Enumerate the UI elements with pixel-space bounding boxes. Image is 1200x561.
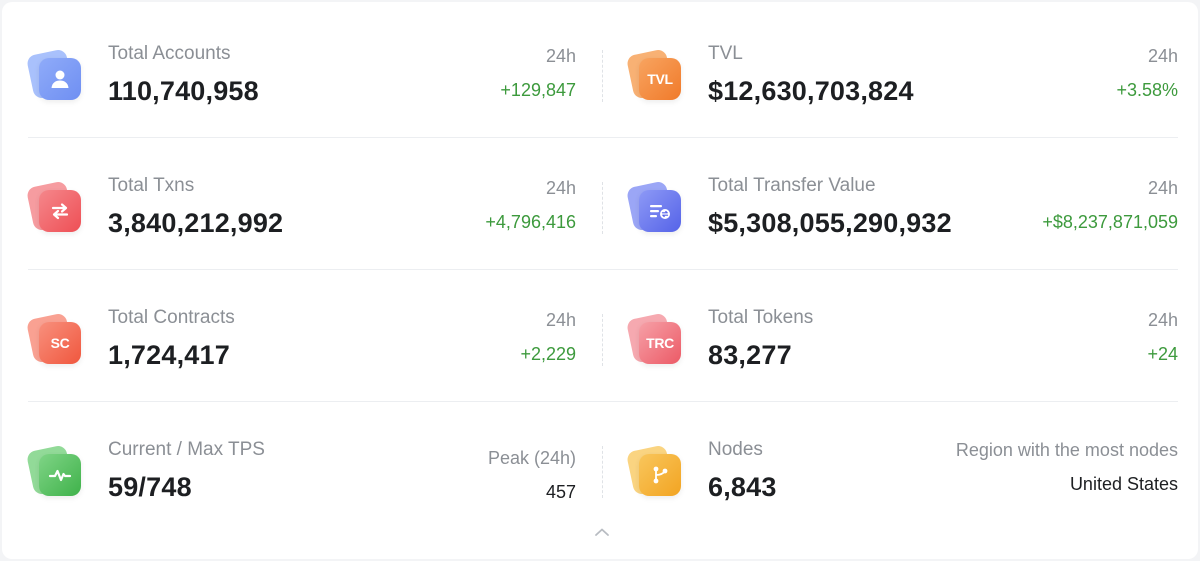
stat-period: 24h [1147, 46, 1178, 66]
user-icon [25, 48, 82, 104]
trc-token-icon: TRC [625, 312, 682, 368]
column-divider [602, 182, 603, 234]
stat-label: TVL [708, 43, 743, 64]
stat-value: 110,740,958 [108, 76, 259, 106]
column-divider [602, 446, 603, 498]
column-divider [602, 314, 603, 366]
stats-row: Total Txns 3,840,212,992 24h +4,796,416 [25, 138, 1178, 270]
stat-period: 24h [545, 178, 576, 198]
stat-label: Total Transfer Value [708, 175, 876, 196]
stat-total-contracts[interactable]: SC Total Contracts 1,724,417 24h +2,229 [25, 270, 576, 402]
stats-row: Total Accounts 110,740,958 24h +129,847 … [25, 6, 1178, 138]
stat-value: 3,840,212,992 [108, 208, 284, 238]
stats-row: SC Total Contracts 1,724,417 24h +2,229 … [25, 270, 1178, 402]
stat-total-accounts[interactable]: Total Accounts 110,740,958 24h +129,847 [25, 6, 576, 138]
stat-value: 59/748 [108, 472, 192, 502]
smart-contract-icon: SC [25, 312, 82, 368]
stat-change: +3.58% [1116, 80, 1178, 100]
region-value: United States [1069, 474, 1178, 494]
stat-change: +24 [1147, 344, 1178, 364]
stat-label: Current / Max TPS [108, 439, 265, 460]
stat-label: Total Contracts [108, 307, 235, 328]
stat-label: Nodes [708, 439, 763, 460]
stat-change: +4,796,416 [485, 212, 576, 232]
pulse-icon [25, 444, 82, 500]
stat-value: 1,724,417 [108, 340, 230, 370]
chevron-up-icon[interactable] [593, 525, 611, 539]
stat-total-txns[interactable]: Total Txns 3,840,212,992 24h +4,796,416 [25, 138, 576, 270]
column-divider [602, 50, 603, 102]
stat-value: 83,277 [708, 340, 792, 370]
stat-label: Total Accounts [108, 43, 231, 64]
stat-label: Total Txns [108, 175, 195, 196]
stat-label: Total Tokens [708, 307, 814, 328]
stat-nodes[interactable]: Nodes 6,843 Region with the most nodes U… [625, 402, 1178, 534]
peak-label: Peak (24h) [487, 448, 576, 468]
stat-period: 24h [1147, 310, 1178, 330]
stat-total-transfer-value[interactable]: Total Transfer Value $5,308,055,290,932 … [625, 138, 1178, 270]
stat-total-tokens[interactable]: TRC Total Tokens 83,277 24h +24 [625, 270, 1178, 402]
stats-card: Total Accounts 110,740,958 24h +129,847 … [2, 2, 1198, 559]
stat-value: 6,843 [708, 472, 777, 502]
stat-change: +129,847 [500, 80, 576, 100]
stat-period: 24h [545, 46, 576, 66]
stat-tvl[interactable]: TVL TVL $12,630,703,824 24h +3.58% [625, 6, 1178, 138]
stat-period: 24h [1147, 178, 1178, 198]
transfer-arrows-icon [25, 180, 82, 236]
peak-value: 457 [545, 482, 576, 502]
tvl-icon: TVL [625, 48, 682, 104]
stat-value: $5,308,055,290,932 [708, 208, 952, 238]
region-label: Region with the most nodes [955, 440, 1178, 460]
stat-change: +2,229 [520, 344, 576, 364]
stats-row: Current / Max TPS 59/748 Peak (24h) 457 [25, 402, 1178, 534]
network-nodes-icon [625, 444, 682, 500]
stat-value: $12,630,703,824 [708, 76, 914, 106]
stat-tps[interactable]: Current / Max TPS 59/748 Peak (24h) 457 [25, 402, 576, 534]
transfer-value-icon [625, 180, 682, 236]
stat-period: 24h [545, 310, 576, 330]
stat-change: +$8,237,871,059 [1042, 212, 1178, 232]
